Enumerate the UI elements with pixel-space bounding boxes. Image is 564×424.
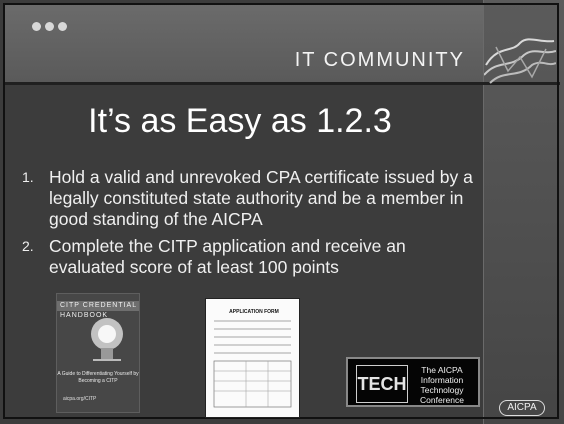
tech-line-2: Information bbox=[420, 375, 464, 385]
book-subtitle: A Guide to Differentiating Yourself by B… bbox=[57, 371, 139, 384]
abstract-art-icon bbox=[484, 38, 556, 84]
list-item: 2. Complete the CITP application and rec… bbox=[22, 236, 474, 278]
tech-logo-mark: TECH bbox=[356, 365, 408, 403]
requirements-list: 1. Hold a valid and unrevoked CPA certif… bbox=[22, 167, 474, 284]
slide: IT COMMUNITY It’s as Easy as 1.2.3 1. Ho… bbox=[0, 0, 564, 424]
dot-icon bbox=[58, 22, 67, 31]
dot-icon bbox=[32, 22, 41, 31]
form-lines bbox=[213, 320, 292, 408]
slide-title: It’s as Easy as 1.2.3 bbox=[88, 102, 392, 140]
list-number: 1. bbox=[22, 169, 34, 185]
application-form-image: APPLICATION FORM bbox=[205, 298, 300, 418]
light-bulb-icon bbox=[91, 318, 123, 361]
tech-line-1: The AICPA bbox=[421, 365, 463, 375]
tech-conference-logo: TECH The AICPA Information Technology Co… bbox=[346, 357, 480, 407]
tech-conference-text: The AICPA Information Technology Confere… bbox=[406, 365, 478, 405]
list-number: 2. bbox=[22, 238, 34, 254]
tech-line-3: Technology Conference bbox=[420, 385, 464, 405]
section-title: IT COMMUNITY bbox=[294, 49, 465, 71]
three-dots-icon bbox=[32, 22, 67, 31]
aicpa-logo: AICPA bbox=[499, 400, 545, 416]
book-footer: aicpa.org/CITP bbox=[63, 396, 97, 402]
list-text: Hold a valid and unrevoked CPA certifica… bbox=[49, 167, 473, 229]
handbook-image: CITP CREDENTIAL HANDBOOK A Guide to Diff… bbox=[56, 293, 140, 413]
dot-icon bbox=[45, 22, 54, 31]
list-item: 1. Hold a valid and unrevoked CPA certif… bbox=[22, 167, 474, 230]
list-text: Complete the CITP application and receiv… bbox=[49, 236, 406, 277]
